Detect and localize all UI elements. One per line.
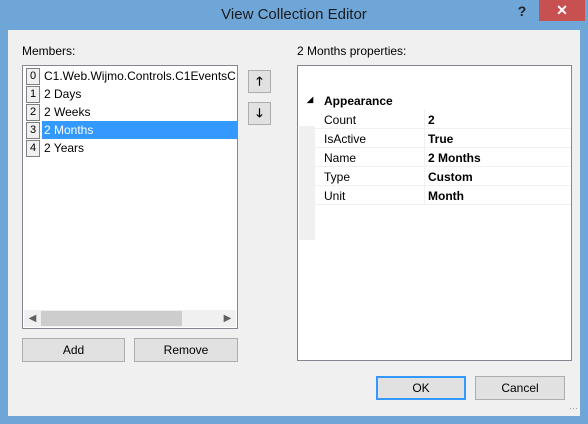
list-item-label: 2 Years — [44, 141, 85, 155]
title-bar[interactable]: View Collection Editor ? ✕ — [0, 0, 588, 30]
list-item-label: 2 Months — [42, 121, 237, 139]
dialog-window: View Collection Editor ? ✕ Members: 0 C1… — [0, 0, 588, 424]
list-item-label: 2 Days — [44, 87, 82, 101]
arrow-up-icon: 🡑 — [256, 74, 263, 88]
move-down-button[interactable]: 🡓 — [248, 102, 271, 125]
dialog-client-area: Members: 0 C1.Web.Wijmo.Controls.C1Event… — [8, 30, 580, 416]
move-up-button[interactable]: 🡑 — [248, 70, 271, 93]
property-name: Type — [324, 170, 351, 184]
help-button[interactable]: ? — [510, 3, 534, 23]
add-button[interactable]: Add — [22, 338, 125, 362]
property-row[interactable]: Type Custom — [299, 167, 571, 186]
ok-button[interactable]: OK — [376, 376, 466, 400]
list-item-index: 2 — [26, 104, 40, 121]
arrow-down-icon: 🡓 — [256, 106, 263, 120]
property-row[interactable]: Unit Month — [299, 186, 571, 205]
list-item-index: 1 — [26, 86, 40, 103]
list-item[interactable]: 4 2 Years — [24, 139, 237, 157]
collapse-triangle-icon[interactable]: ◢ — [307, 95, 313, 104]
scroll-left-icon[interactable]: ◀ — [24, 310, 41, 327]
property-value[interactable]: 2 — [428, 113, 435, 127]
list-item-index: 4 — [26, 140, 40, 157]
list-item[interactable]: 1 2 Days — [24, 85, 237, 103]
property-value[interactable]: Custom — [428, 170, 473, 184]
dialog-title: View Collection Editor — [221, 6, 367, 23]
scroll-thumb[interactable] — [41, 311, 182, 326]
properties-label: 2 Months properties: — [297, 44, 407, 58]
property-value[interactable]: Month — [428, 189, 464, 203]
cancel-button[interactable]: Cancel — [475, 376, 565, 400]
scroll-right-icon[interactable]: ▶ — [219, 310, 236, 327]
column-divider — [424, 129, 425, 148]
property-name: IsActive — [324, 132, 367, 146]
resize-grip-icon[interactable]: ⋯ — [569, 403, 578, 414]
remove-button[interactable]: Remove — [134, 338, 238, 362]
property-row[interactable]: Count 2 — [299, 110, 571, 129]
property-row[interactable]: IsActive True — [299, 129, 571, 148]
property-row[interactable]: Name 2 Months — [299, 148, 571, 167]
category-row[interactable]: ◢ Appearance — [299, 91, 571, 110]
property-name: Count — [324, 113, 357, 127]
list-item-label: 2 Weeks — [44, 105, 91, 119]
column-divider — [424, 148, 425, 167]
close-button[interactable]: ✕ — [539, 0, 585, 21]
property-name: Unit — [324, 189, 346, 203]
property-grid[interactable]: ◢ Appearance Count 2 IsActive True Name … — [297, 65, 572, 361]
list-item[interactable]: 2 2 Weeks — [24, 103, 237, 121]
members-list[interactable]: 0 C1.Web.Wijmo.Controls.C1EventsCale 1 2… — [22, 65, 238, 329]
row-separator — [315, 204, 571, 205]
list-item-index: 0 — [26, 68, 40, 85]
column-divider — [424, 110, 425, 129]
property-value[interactable]: True — [428, 132, 453, 146]
list-item-selected[interactable]: 3 2 Months — [24, 121, 237, 139]
column-divider — [424, 186, 425, 205]
list-item-label: C1.Web.Wijmo.Controls.C1EventsCale — [44, 69, 236, 83]
horizontal-scrollbar[interactable]: ◀ ▶ — [24, 310, 236, 327]
category-label: Appearance — [324, 94, 393, 108]
list-item-index: 3 — [26, 122, 40, 139]
property-value[interactable]: 2 Months — [428, 151, 481, 165]
members-label: Members: — [22, 44, 76, 58]
column-divider — [424, 167, 425, 186]
property-name: Name — [324, 151, 357, 165]
list-item[interactable]: 0 C1.Web.Wijmo.Controls.C1EventsCale — [24, 67, 237, 85]
